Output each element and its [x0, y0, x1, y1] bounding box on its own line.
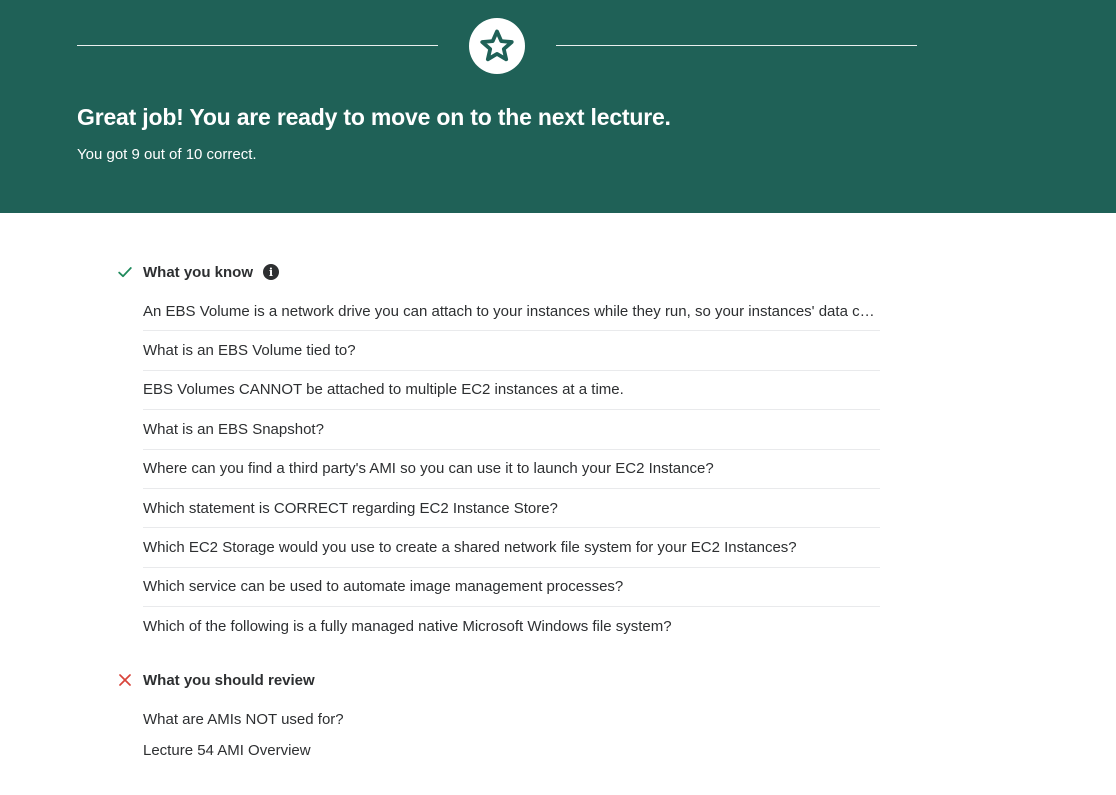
known-question-item-text[interactable]: Where can you find a third party's AMI s… — [143, 460, 714, 477]
review-item[interactable]: Lecture 54 AMI Overview — [143, 736, 344, 764]
known-question-item-text[interactable]: An EBS Volume is a network drive you can… — [143, 303, 880, 320]
info-icon[interactable]: i — [263, 264, 279, 280]
known-question-item[interactable]: What is an EBS Volume tied to? — [143, 331, 880, 371]
known-question-item[interactable]: EBS Volumes CANNOT be attached to multip… — [143, 371, 880, 411]
known-question-item[interactable]: Which statement is CORRECT regarding EC2… — [143, 489, 880, 529]
review-section-header: What you should review — [117, 668, 315, 692]
star-icon — [480, 29, 514, 62]
review-item-text[interactable]: What are AMIs NOT used for? — [143, 711, 344, 728]
know-section-title: What you know — [143, 263, 253, 281]
known-question-item[interactable]: Where can you find a third party's AMI s… — [143, 450, 880, 489]
check-icon — [117, 264, 133, 280]
x-icon — [117, 672, 133, 688]
known-question-item[interactable]: What is an EBS Snapshot? — [143, 410, 880, 450]
review-item[interactable]: What are AMIs NOT used for? — [143, 705, 344, 733]
score-summary: You got 9 out of 10 correct. — [77, 146, 257, 163]
known-question-item-text[interactable]: Which EC2 Storage would you use to creat… — [143, 539, 797, 556]
known-question-item[interactable]: An EBS Volume is a network drive you can… — [143, 292, 880, 332]
known-question-item[interactable]: Which of the following is a fully manage… — [143, 607, 880, 646]
result-title: Great job! You are ready to move on to t… — [77, 104, 671, 130]
known-question-item-text[interactable]: What is an EBS Snapshot? — [143, 421, 324, 438]
known-question-item-text[interactable]: Which service can be used to automate im… — [143, 578, 623, 595]
known-question-item-text[interactable]: Which statement is CORRECT regarding EC2… — [143, 500, 558, 517]
result-banner: Great job! You are ready to move on to t… — [0, 0, 1116, 213]
known-question-item[interactable]: Which EC2 Storage would you use to creat… — [143, 528, 880, 568]
star-badge — [469, 18, 525, 74]
known-questions-list: An EBS Volume is a network drive you can… — [143, 292, 880, 647]
banner-divider-right — [556, 45, 917, 46]
review-item-text[interactable]: Lecture 54 AMI Overview — [143, 742, 311, 759]
known-question-item-text[interactable]: EBS Volumes CANNOT be attached to multip… — [143, 381, 624, 398]
know-section-header: What you know i — [117, 260, 279, 284]
review-items-list: What are AMIs NOT used for? Lecture 54 AM… — [143, 705, 344, 764]
review-section-title: What you should review — [143, 671, 315, 689]
known-question-item[interactable]: Which service can be used to automate im… — [143, 568, 880, 608]
banner-divider-left — [77, 45, 438, 46]
known-question-item-text[interactable]: What is an EBS Volume tied to? — [143, 342, 356, 359]
known-question-item-text[interactable]: Which of the following is a fully manage… — [143, 618, 672, 635]
